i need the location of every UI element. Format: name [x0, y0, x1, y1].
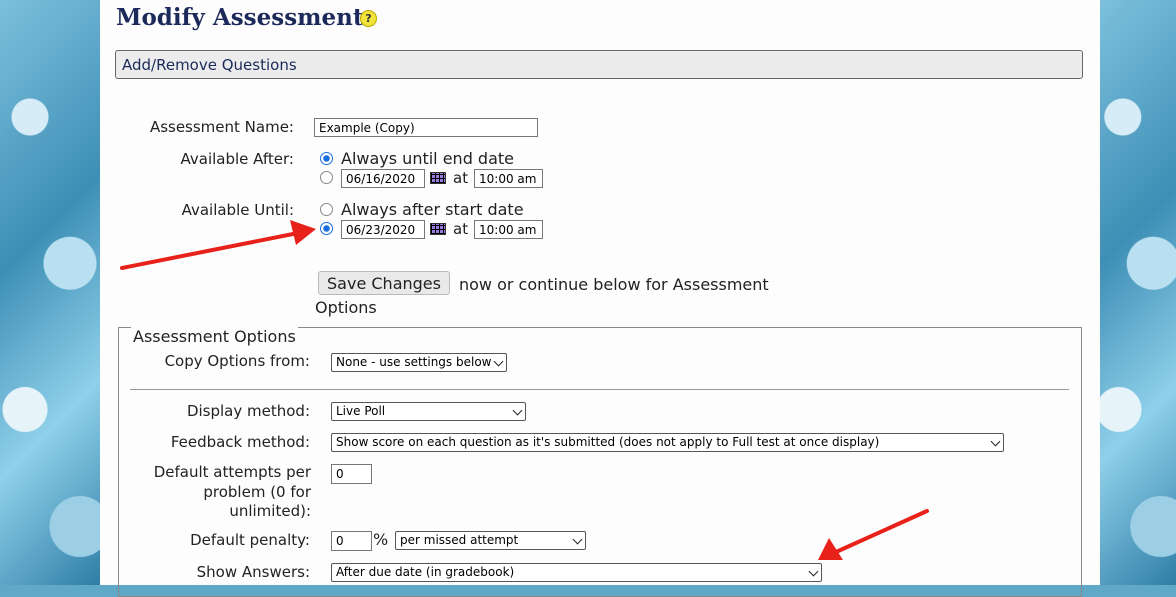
annotation-arrows: [120, 220, 929, 560]
arrow-to-available-until: [120, 220, 316, 270]
arrow-to-show-answers: [818, 509, 929, 560]
